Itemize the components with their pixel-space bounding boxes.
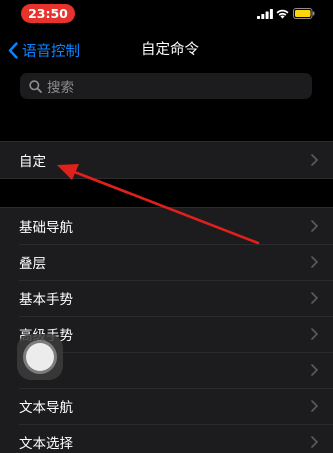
status-bar: 23:50: [0, 0, 333, 26]
wifi-icon: [276, 9, 289, 19]
chevron-right-icon: [311, 292, 318, 304]
status-time[interactable]: 23:50: [21, 4, 75, 23]
back-button[interactable]: 语音控制: [8, 38, 80, 62]
chevron-right-icon: [311, 328, 318, 340]
search-input[interactable]: 搜索: [20, 73, 312, 99]
list-item-label: 文本导航: [19, 400, 73, 416]
back-button-label: 语音控制: [22, 43, 80, 60]
navigation-bar: 语音控制 自定命令: [0, 30, 333, 70]
search-placeholder: 搜索: [47, 80, 74, 96]
search-icon: [29, 79, 42, 93]
assistive-touch-icon: [26, 343, 54, 371]
chevron-right-icon: [311, 220, 318, 232]
list-item-label: 自定: [19, 154, 46, 170]
list-item-label: 叠层: [19, 256, 46, 272]
chevron-right-icon: [311, 256, 318, 268]
battery-icon: [293, 8, 315, 19]
chevron-right-icon: [311, 364, 318, 376]
list-item-custom[interactable]: 自定: [0, 142, 333, 178]
list-item-text-navigation[interactable]: 文本导航: [0, 388, 333, 424]
chevron-left-icon: [8, 41, 18, 59]
chevron-right-icon: [311, 436, 318, 448]
list-item-label: 基本手势: [19, 292, 73, 308]
chevron-right-icon: [311, 400, 318, 412]
list-item-basic-navigation[interactable]: 基础导航: [0, 208, 333, 244]
list-item-label: 基础导航: [19, 220, 73, 236]
list-item-basic-gestures[interactable]: 基本手势: [0, 280, 333, 316]
list-item-label: 文本选择: [19, 436, 73, 452]
signal-icon: [257, 9, 273, 19]
custom-commands-group: 自定: [0, 141, 333, 179]
screen: 23:50 语音控制 自定命令 搜索 自定 基础导航 叠层 基本手势 文本导航 …: [0, 0, 333, 453]
list-item-overlay[interactable]: 叠层: [0, 244, 333, 280]
list-item-text-selection[interactable]: 文本选择: [0, 424, 333, 453]
assistive-touch-button[interactable]: [17, 334, 63, 380]
chevron-right-icon: [311, 154, 318, 166]
command-categories-group: 基础导航 叠层 基本手势 高级手势 文本导航 文本选择: [0, 207, 333, 453]
page-title: 自定命令: [141, 42, 199, 58]
